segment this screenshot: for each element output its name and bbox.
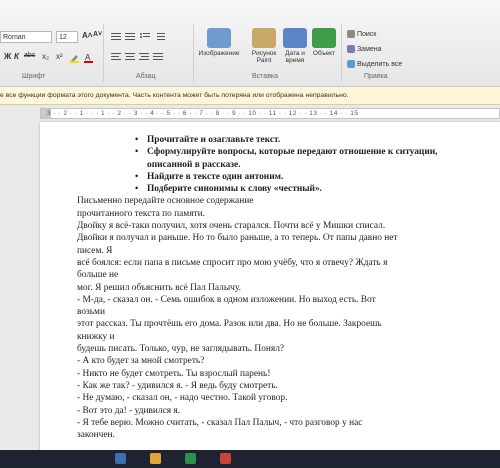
font-color-icon[interactable]: A [84, 50, 93, 68]
font-group-label: Шрифт [22, 73, 46, 80]
text-line: Двойки я получал и раньше. Но то было ра… [77, 233, 398, 244]
document-content[interactable]: • Прочитайте и озаглавьте текст. • Сформул… [77, 134, 477, 441]
font-name-select[interactable]: Roman [0, 31, 52, 43]
bullet-icon: • [135, 184, 139, 195]
text-line: - Как же так? - удивился я. - Я ведь буд… [77, 380, 278, 391]
bullet-icon: • [135, 135, 139, 145]
shrink-font-button[interactable]: A˅ [93, 31, 102, 38]
list-item: • Сформулируйте вопросы, которые передают… [135, 147, 438, 170]
object-icon [312, 28, 336, 48]
paragraph-group-label: Абзац [136, 73, 156, 80]
date-time-button[interactable]: Дата и время [281, 28, 309, 64]
find-button[interactable]: Поиск [347, 30, 376, 38]
select-all-label: Выделить все [356, 60, 403, 68]
text-line: мог. Я решил объяснить всё Пал Палычу. [77, 282, 241, 293]
bold-button[interactable]: Ж [4, 52, 11, 61]
find-icon [347, 30, 355, 38]
task-list: • Прочитайте и озаглавьте текст. • Сформул… [77, 134, 477, 195]
insert-image-button[interactable]: Изображение [196, 28, 242, 57]
text-line: - Не думаю, - сказал он, - надо честно. … [77, 393, 288, 404]
ribbon-separator [341, 24, 342, 82]
text-line: этот рассказ. Ты прочтёшь его дома. Разо… [77, 319, 382, 330]
insert-image-label: Изображение [198, 50, 240, 57]
insert-group-label: Вставка [252, 73, 279, 80]
highlight-icon[interactable] [70, 50, 79, 63]
bullet-icon: • [135, 171, 139, 182]
superscript-button[interactable]: x² [56, 52, 63, 61]
list-item: • Найдите в тексте один антоним. [135, 171, 284, 182]
text-line: будешь писать. Только, чур, не заглядыва… [77, 344, 285, 355]
text-line: писем. Я [77, 245, 113, 256]
ruler-numbers: 3 · · 2 · · 1 · · · 1 · · 2 · · 3 · · 4 … [47, 110, 359, 117]
insert-object-label: Объект [312, 50, 336, 57]
svg-text:A: A [85, 53, 91, 62]
app-icon[interactable] [220, 453, 231, 464]
insert-object-button[interactable]: Объект [310, 28, 338, 57]
text-line: прочитанного текста по памяти. [77, 208, 206, 219]
subscript-button[interactable]: x₂ [42, 52, 49, 61]
select-all-button[interactable]: Выделить все [347, 60, 402, 68]
paint-drawing-button[interactable]: Рисунок Paint [248, 28, 280, 64]
select-all-icon [347, 60, 355, 68]
paragraph-controls [111, 31, 191, 76]
date-time-label: Дата и время [285, 50, 305, 64]
replace-icon [347, 45, 355, 53]
text-line: больше не [77, 270, 119, 281]
format-warning-text: е все функции формата этого документа. Ч… [0, 92, 349, 99]
text-line: книжку и [77, 331, 115, 342]
text-line: закончен. [77, 430, 115, 441]
editing-group-label: Правка [364, 73, 388, 80]
font-size-value: 12 [59, 34, 67, 41]
image-icon [207, 28, 231, 48]
font-name-value: Roman [3, 34, 26, 41]
bullet-icon: • [135, 147, 139, 158]
text-line: - Никто не будет смотреть. Ты взрослый п… [77, 368, 271, 379]
ribbon-separator [193, 24, 194, 82]
list-item: • Прочитайте и озаглавьте текст. [135, 135, 281, 145]
italic-button[interactable]: К [14, 52, 19, 61]
calendar-icon [283, 28, 307, 48]
list-item: • Подберите синонимы к слову «честный». [135, 184, 322, 195]
paint-icon [252, 28, 276, 48]
format-warning-bar: е все функции формата этого документа. Ч… [0, 87, 500, 105]
app-icon[interactable] [115, 453, 126, 464]
ribbon-separator [103, 24, 104, 82]
ribbon-toolbar: Roman 12 A˄ A˅ Ж К abc x₂ x² A Шрифт Абз… [0, 0, 500, 87]
find-label: Поиск [356, 30, 377, 38]
grow-font-button[interactable]: A˄ [82, 31, 92, 40]
story-text: Письменно передайте основное содержание п… [77, 195, 477, 441]
paint-drawing-label: Рисунок Paint [251, 50, 277, 64]
text-line: Письменно передайте основное содержание [77, 196, 254, 207]
replace-button[interactable]: Замена [347, 45, 382, 53]
taskbar [0, 450, 500, 468]
text-line: - А кто будет за мной смотреть? [77, 356, 205, 367]
app-icon[interactable] [185, 453, 196, 464]
text-line: - Вот это да! - удивился я. [77, 405, 181, 416]
text-line: возьми [77, 307, 105, 318]
text-line: - М-да, - сказал он. - Семь ошибок в одн… [77, 294, 376, 305]
app-icon[interactable] [150, 453, 161, 464]
text-line: всё боялся: если папа в письме спросит п… [77, 257, 388, 268]
replace-label: Замена [356, 45, 382, 53]
strikethrough-button[interactable]: abc [24, 52, 35, 59]
text-line: Двойку я всё-таки получил, хотя очень ст… [77, 221, 386, 232]
text-line: - Я тебе верю. Можно считать, - сказал П… [77, 417, 363, 428]
font-size-select[interactable]: 12 [56, 31, 78, 43]
horizontal-ruler[interactable]: 3 · · 2 · · 1 · · · 1 · · 2 · · 3 · · 4 … [40, 108, 500, 119]
